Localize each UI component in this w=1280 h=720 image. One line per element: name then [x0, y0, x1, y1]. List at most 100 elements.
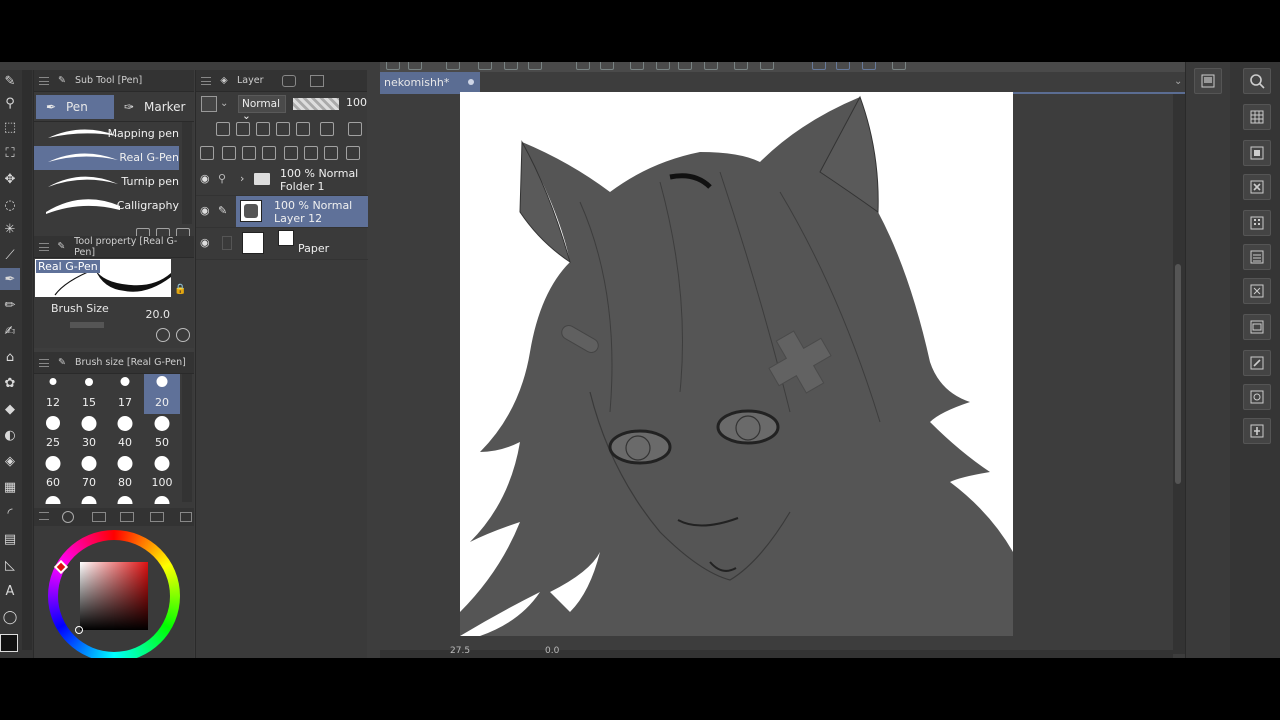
new-icon[interactable]: [386, 62, 400, 70]
size-80[interactable]: 80: [107, 454, 143, 494]
balloon-icon[interactable]: ◯: [0, 606, 20, 628]
size-70[interactable]: 70: [71, 454, 107, 494]
size-40[interactable]: 40: [107, 414, 143, 454]
size-100[interactable]: 100: [144, 454, 180, 494]
size-25[interactable]: 25: [35, 414, 71, 454]
airbrush-icon[interactable]: ⌂: [0, 346, 20, 368]
lasso-icon[interactable]: [892, 62, 906, 70]
canvas-vertical-scrollbar[interactable]: [1173, 94, 1185, 654]
toolbar-scroll[interactable]: [22, 70, 32, 650]
list-icon[interactable]: [1243, 244, 1271, 270]
draft-icon[interactable]: [256, 122, 270, 136]
size-12[interactable]: 12: [35, 374, 71, 414]
decoration-icon[interactable]: ✿: [0, 372, 20, 394]
expand-icon[interactable]: [1243, 278, 1271, 304]
brush-list-scrollbar[interactable]: [182, 122, 192, 224]
edit-icon[interactable]: [1243, 350, 1271, 376]
brush-calligraphy[interactable]: Calligraphy: [34, 194, 179, 218]
brush-size-value[interactable]: 20.0: [146, 308, 171, 321]
open-icon[interactable]: [408, 62, 422, 70]
reference-icon[interactable]: [236, 122, 250, 136]
chevron-down-icon[interactable]: ⌄: [220, 98, 228, 109]
pencil-icon[interactable]: ✏: [0, 294, 20, 316]
eyedropper-icon[interactable]: ⟋: [0, 244, 20, 266]
ruler-snap-icon[interactable]: [812, 62, 826, 70]
merge-icon[interactable]: [304, 146, 318, 160]
drawing-canvas[interactable]: [460, 92, 1013, 636]
undo-icon[interactable]: [576, 62, 590, 70]
search-icon[interactable]: [176, 328, 190, 342]
tab-pen[interactable]: ✒ Pen: [36, 95, 114, 119]
figure-icon[interactable]: ◜: [0, 502, 20, 524]
size-more[interactable]: [144, 494, 180, 504]
clear-icon[interactable]: [656, 62, 670, 70]
grid-icon[interactable]: [1243, 104, 1271, 130]
tab-marker[interactable]: ✑ Marker: [114, 95, 192, 119]
curve-snap-icon[interactable]: [836, 62, 850, 70]
chevron-right-icon[interactable]: ›: [240, 172, 244, 185]
grid-snap-icon[interactable]: [862, 62, 876, 70]
brush-size-slider[interactable]: [70, 322, 104, 328]
mask-icon[interactable]: [320, 122, 334, 136]
lock-icon[interactable]: 🔒: [174, 284, 186, 295]
close-icon[interactable]: [1243, 174, 1271, 200]
crop-icon[interactable]: [734, 62, 748, 70]
size-20[interactable]: 20: [144, 374, 180, 414]
pen-icon[interactable]: ✒: [0, 268, 20, 290]
panel-collapse-icon[interactable]: [180, 512, 192, 522]
redo-icon[interactable]: [600, 62, 614, 70]
ruler-link-icon[interactable]: [348, 122, 362, 136]
layer-search-icon[interactable]: [309, 74, 324, 87]
color-chips[interactable]: [0, 634, 34, 658]
lock-icon[interactable]: [276, 122, 290, 136]
opacity-value[interactable]: 100: [346, 96, 367, 109]
transform-icon[interactable]: [704, 62, 718, 70]
layer-row-folder[interactable]: ◉ ⚲ › 100 % Normal Folder 1: [196, 164, 368, 196]
menu-icon[interactable]: [39, 242, 49, 251]
brush-real-g-pen[interactable]: Real G-Pen: [34, 146, 179, 170]
transfer-down-icon[interactable]: [284, 146, 298, 160]
settings-icon[interactable]: [528, 62, 542, 70]
fit-icon[interactable]: [678, 62, 692, 70]
history-tab-icon[interactable]: [150, 512, 164, 522]
new-raster-layer-icon[interactable]: [222, 146, 236, 160]
clip-icon[interactable]: [216, 122, 230, 136]
blend-icon[interactable]: ◐: [0, 424, 20, 446]
layer-color-icon[interactable]: [201, 96, 217, 112]
reset-icon[interactable]: [156, 328, 170, 342]
menu-icon[interactable]: [39, 512, 49, 520]
dots-grid-icon[interactable]: [1243, 210, 1271, 236]
lock-transparent-icon[interactable]: [296, 122, 310, 136]
camera-icon[interactable]: [1243, 384, 1271, 410]
zoom-value[interactable]: 27.5: [450, 646, 470, 656]
brush-size-property[interactable]: Brush Size 20.0: [34, 302, 184, 328]
main-color-chip[interactable]: [0, 634, 18, 652]
selection-icon[interactable]: ⬚: [0, 116, 20, 138]
frame-icon[interactable]: ▤: [0, 528, 20, 550]
opacity-slider[interactable]: [293, 98, 339, 110]
person-icon[interactable]: [1243, 418, 1271, 444]
pen-tool-icon[interactable]: ✎: [0, 70, 20, 92]
layer-row-layer-12[interactable]: ◉ ✎ 100 % Normal Layer 12: [196, 196, 368, 228]
save-icon[interactable]: [446, 62, 460, 70]
size-more[interactable]: [71, 494, 107, 504]
text-icon[interactable]: A: [0, 580, 20, 602]
size-15[interactable]: 15: [71, 374, 107, 414]
size-more[interactable]: [35, 494, 71, 504]
color-set-tab-icon[interactable]: [120, 512, 134, 522]
lasso-tool-icon[interactable]: ◌: [0, 194, 20, 216]
screen-icon[interactable]: [1243, 314, 1271, 340]
fill-icon[interactable]: [630, 62, 644, 70]
sparkle-icon[interactable]: ✳: [0, 218, 20, 240]
eye-icon[interactable]: ◉: [200, 236, 216, 252]
size-60[interactable]: 60: [35, 454, 71, 494]
brush-turnip-pen[interactable]: Turnip pen: [34, 170, 179, 194]
rotation-value[interactable]: 0.0: [545, 646, 559, 656]
blend-mode-select[interactable]: Normal ⌄: [238, 95, 286, 122]
zoom-icon[interactable]: ⚲: [0, 92, 20, 114]
layer-row-paper[interactable]: ◉ Paper: [196, 228, 368, 260]
color-slider-tab-icon[interactable]: [92, 512, 106, 522]
menu-icon[interactable]: [39, 76, 49, 85]
color-marker[interactable]: [75, 626, 83, 634]
eye-icon[interactable]: ◉: [200, 204, 216, 220]
